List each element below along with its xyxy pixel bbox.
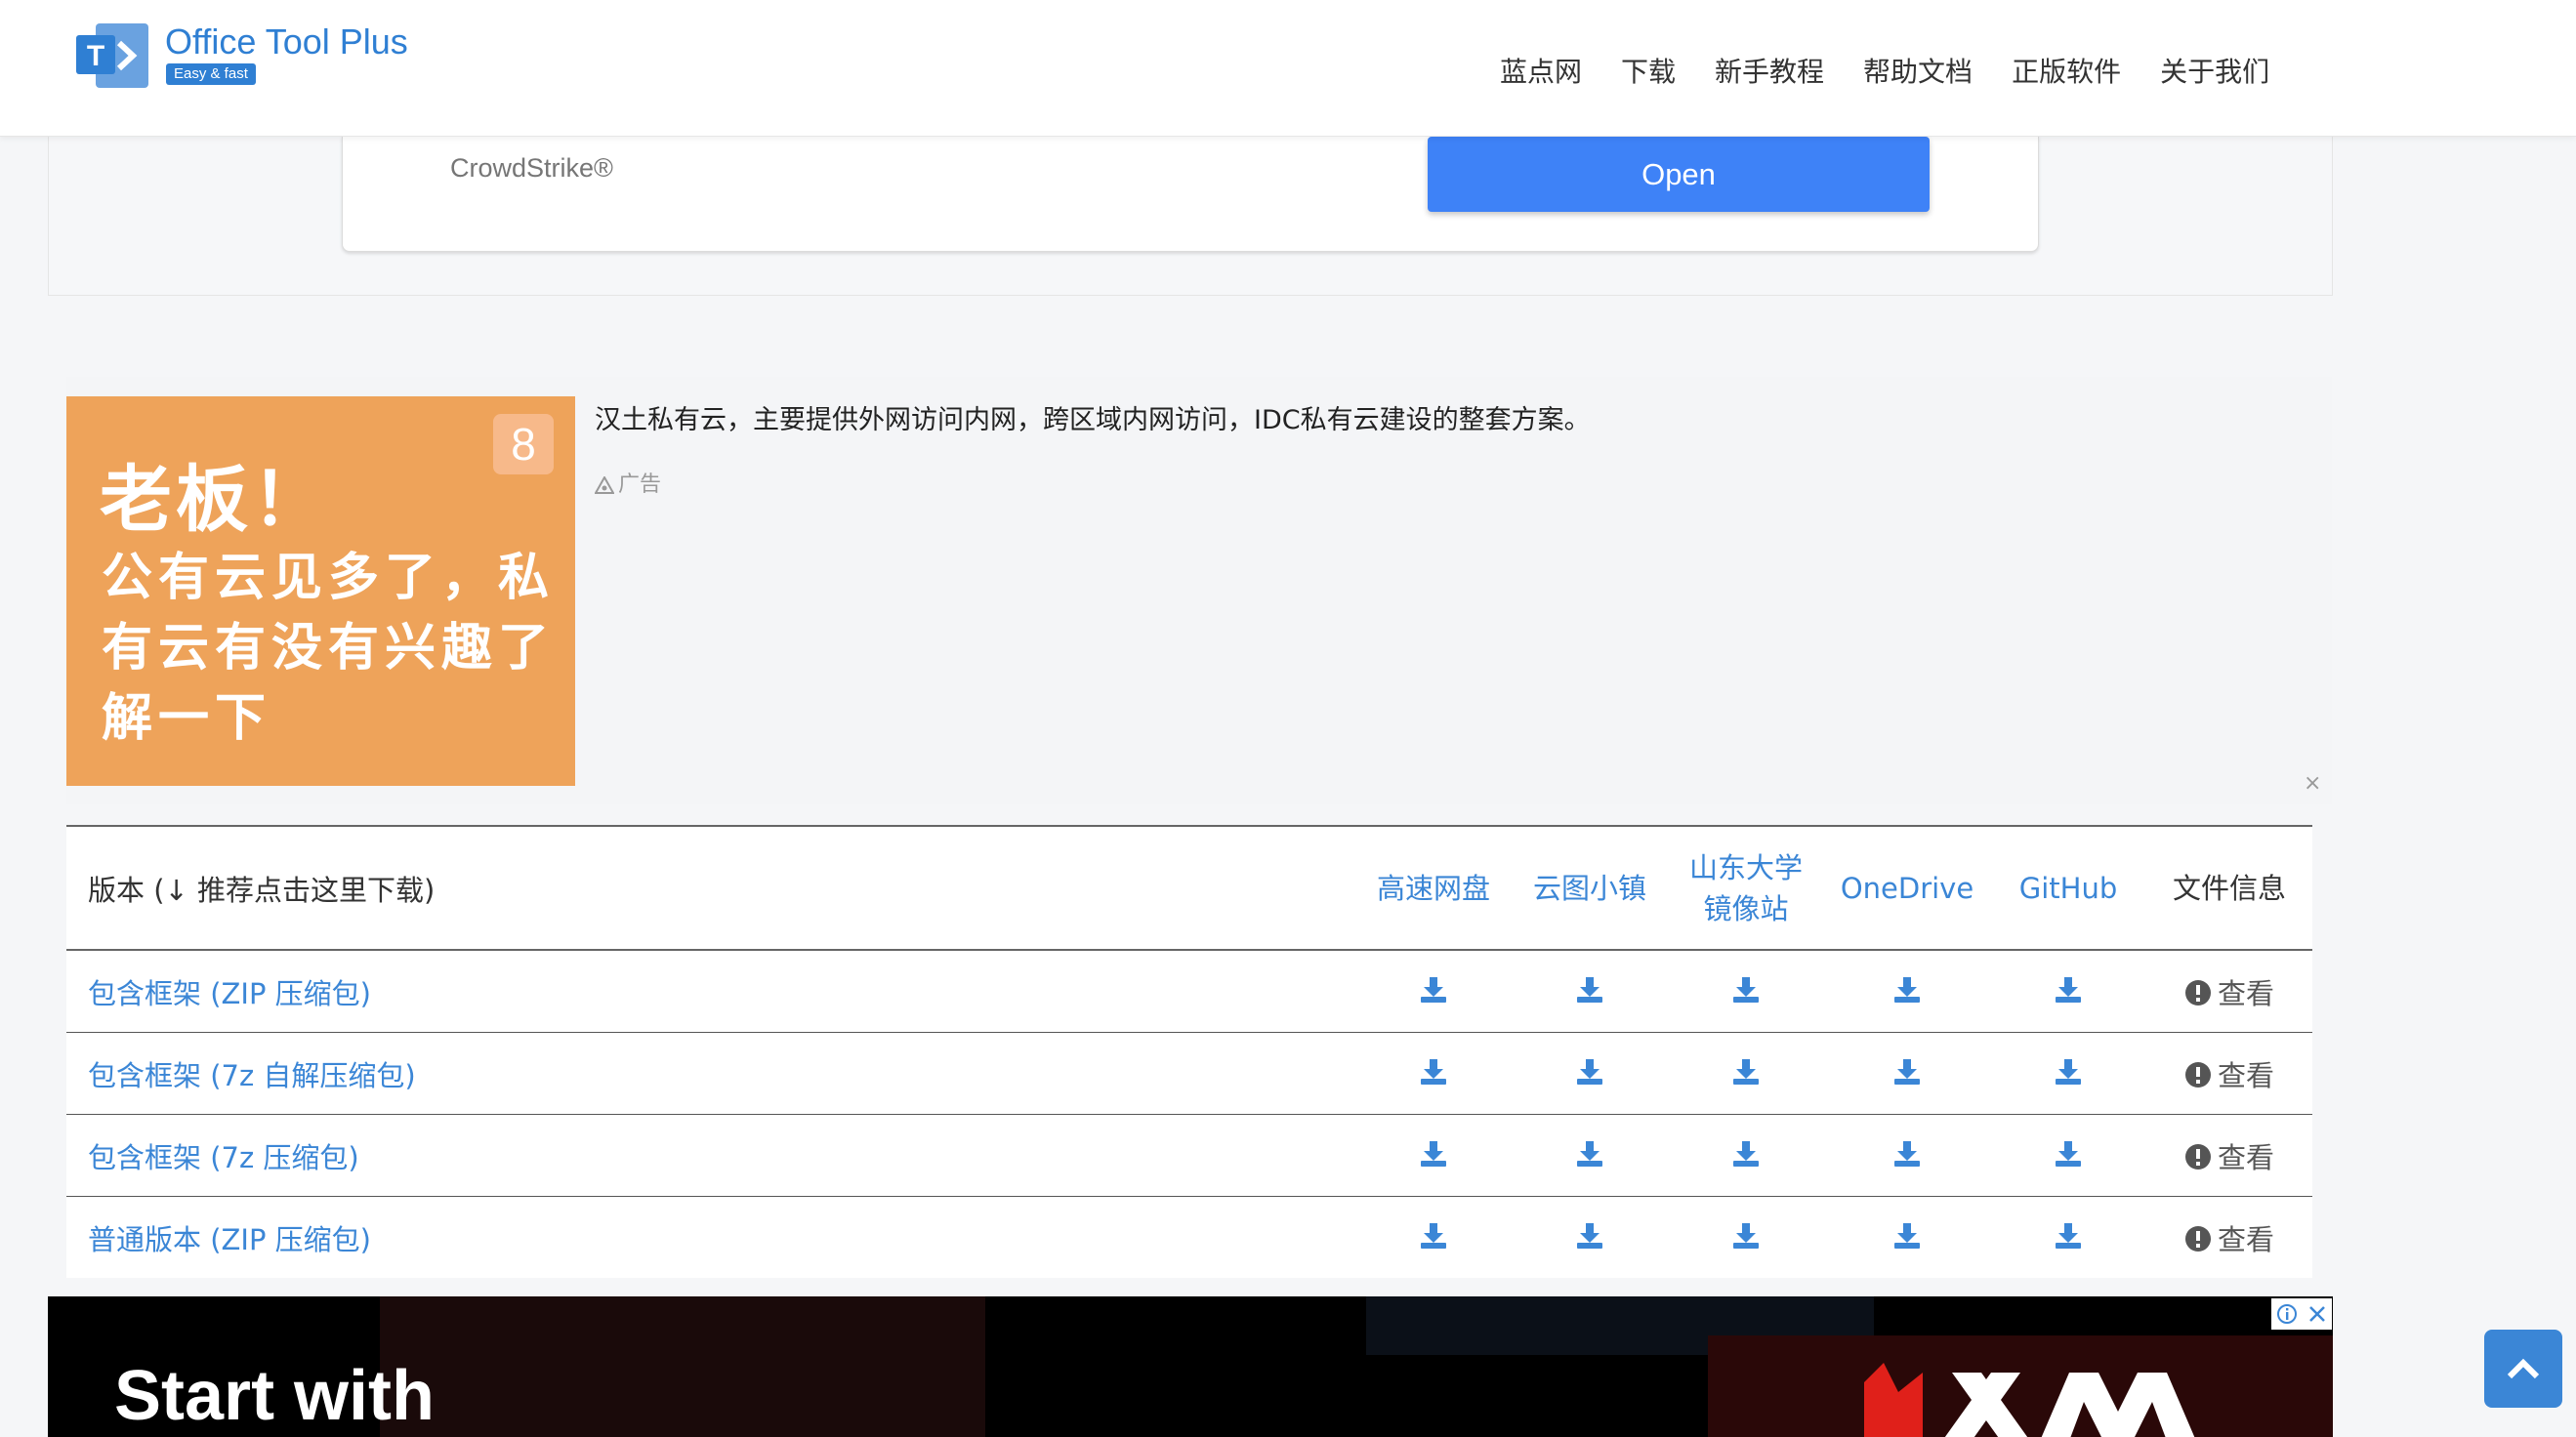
- svg-text:T: T: [87, 40, 104, 72]
- download-table: 版本 (↓ 推荐点击这里下载) 高速网盘 云图小镇 山东大学 镜像站 OneDr…: [66, 825, 2312, 1278]
- ad-badge-icon: 8: [493, 414, 554, 474]
- bottom-banner-ad[interactable]: Start with: [48, 1296, 2333, 1437]
- download-icon[interactable]: [1575, 1221, 1604, 1251]
- nav-item-help-docs[interactable]: 帮助文档: [1863, 51, 1973, 90]
- download-icon[interactable]: [1731, 1221, 1761, 1251]
- exclamation-circle-icon: [2184, 1225, 2211, 1252]
- native-ad: 8 老板！ 公有云见多了，私有云有没有兴趣了解一下 汉土私有云，主要提供外网访问…: [66, 377, 2332, 804]
- column-header-sdu-mirror[interactable]: 山东大学 镜像站: [1668, 847, 1824, 929]
- version-link[interactable]: 包含框架 (ZIP 压缩包): [66, 971, 1355, 1012]
- download-icon[interactable]: [1892, 975, 1922, 1005]
- file-info-label: 查看: [2217, 976, 2274, 1010]
- office-tool-plus-logo-icon[interactable]: T: [76, 23, 148, 88]
- ad-close-icon[interactable]: [2302, 1298, 2332, 1330]
- ad-close-icon[interactable]: ×: [2304, 771, 2321, 796]
- nav-item-genuine-software[interactable]: 正版软件: [2012, 51, 2121, 90]
- download-icon[interactable]: [1419, 1057, 1448, 1087]
- version-link[interactable]: 包含框架 (7z 压缩包): [66, 1135, 1355, 1176]
- banner-background: [380, 1296, 985, 1437]
- download-icon[interactable]: [2054, 1057, 2083, 1087]
- ad-open-button[interactable]: Open: [1428, 137, 1930, 212]
- nav-item-download[interactable]: 下载: [1621, 51, 1676, 90]
- download-icon[interactable]: [1892, 1057, 1922, 1087]
- download-icon[interactable]: [1731, 1139, 1761, 1169]
- download-icon[interactable]: [1731, 1057, 1761, 1087]
- download-icon[interactable]: [2054, 1221, 2083, 1251]
- column-header-github[interactable]: GitHub: [1990, 868, 2146, 909]
- download-icon[interactable]: [1892, 1139, 1922, 1169]
- native-ad-label: 广告: [595, 467, 661, 498]
- column-header-version: 版本 (↓ 推荐点击这里下载): [88, 873, 436, 907]
- download-icon[interactable]: [1731, 975, 1761, 1005]
- exclamation-circle-icon: [2184, 1061, 2211, 1088]
- ad-info-icon[interactable]: [2271, 1298, 2302, 1330]
- file-info-link[interactable]: 查看: [2146, 1135, 2312, 1176]
- file-info-label: 查看: [2217, 1140, 2274, 1174]
- top-ad-card[interactable]: CrowdStrike® Open: [342, 136, 2039, 252]
- download-icon[interactable]: [2054, 1139, 2083, 1169]
- chevron-up-icon: [2507, 1358, 2540, 1379]
- exclamation-circle-icon: [2184, 1143, 2211, 1170]
- ad-advertiser-name[interactable]: CrowdStrike®: [450, 153, 613, 184]
- ad-image-body: 公有云见多了，私有云有没有兴趣了解一下: [102, 549, 556, 748]
- column-header-onedrive[interactable]: OneDrive: [1824, 868, 1990, 909]
- download-icon[interactable]: [1892, 1221, 1922, 1251]
- main-nav: 蓝点网 下载 新手教程 帮助文档 正版软件 关于我们: [1500, 51, 2308, 90]
- exclamation-circle-icon: [2184, 979, 2211, 1006]
- version-link[interactable]: 包含框架 (7z 自解压缩包): [66, 1053, 1355, 1094]
- version-link[interactable]: 普通版本 (ZIP 压缩包): [66, 1217, 1355, 1258]
- column-header-file-info: 文件信息: [2172, 871, 2286, 905]
- table-row: 普通版本 (ZIP 压缩包) 查看: [66, 1197, 2312, 1278]
- native-ad-image[interactable]: 8 老板！ 公有云见多了，私有云有没有兴趣了解一下: [66, 396, 575, 786]
- ad-label-text: 广告: [618, 472, 662, 497]
- column-header-fast-disk[interactable]: 高速网盘: [1355, 868, 1512, 909]
- nav-item-lanzhuwang[interactable]: 蓝点网: [1500, 51, 1582, 90]
- download-icon[interactable]: [1419, 1139, 1448, 1169]
- file-info-label: 查看: [2217, 1222, 2274, 1256]
- download-icon[interactable]: [1575, 1139, 1604, 1169]
- brand-name[interactable]: Office Tool Plus: [165, 21, 408, 62]
- download-icon[interactable]: [1419, 1221, 1448, 1251]
- back-to-top-button[interactable]: [2484, 1330, 2562, 1408]
- banner-brand-logo-icon: [1864, 1363, 2195, 1437]
- ad-marker-icon: [595, 476, 614, 494]
- table-row: 包含框架 (7z 压缩包) 查看: [66, 1115, 2312, 1197]
- ad-choices: [2271, 1298, 2332, 1330]
- banner-headline: Start with: [114, 1357, 436, 1435]
- ad-image-headline: 老板！: [100, 458, 328, 542]
- table-row: 包含框架 (ZIP 压缩包) 查看: [66, 951, 2312, 1033]
- table-header: 版本 (↓ 推荐点击这里下载) 高速网盘 云图小镇 山东大学 镜像站 OneDr…: [66, 827, 2312, 951]
- download-icon[interactable]: [2054, 975, 2083, 1005]
- native-ad-text[interactable]: 汉土私有云，主要提供外网访问内网，跨区域内网访问，IDC私有云建设的整套方案。: [595, 398, 1591, 436]
- file-info-link[interactable]: 查看: [2146, 1053, 2312, 1094]
- download-icon[interactable]: [1575, 1057, 1604, 1087]
- brand-tagline: Easy & fast: [166, 63, 256, 85]
- column-header-cloud-town[interactable]: 云图小镇: [1512, 868, 1668, 909]
- file-info-label: 查看: [2217, 1058, 2274, 1092]
- nav-item-tutorial[interactable]: 新手教程: [1715, 51, 1824, 90]
- table-row: 包含框架 (7z 自解压缩包) 查看: [66, 1033, 2312, 1115]
- site-header: T Office Tool Plus Easy & fast 蓝点网 下载 新手…: [0, 0, 2576, 137]
- file-info-link[interactable]: 查看: [2146, 971, 2312, 1012]
- download-icon[interactable]: [1419, 975, 1448, 1005]
- file-info-link[interactable]: 查看: [2146, 1217, 2312, 1258]
- nav-item-about-us[interactable]: 关于我们: [2160, 51, 2269, 90]
- download-icon[interactable]: [1575, 975, 1604, 1005]
